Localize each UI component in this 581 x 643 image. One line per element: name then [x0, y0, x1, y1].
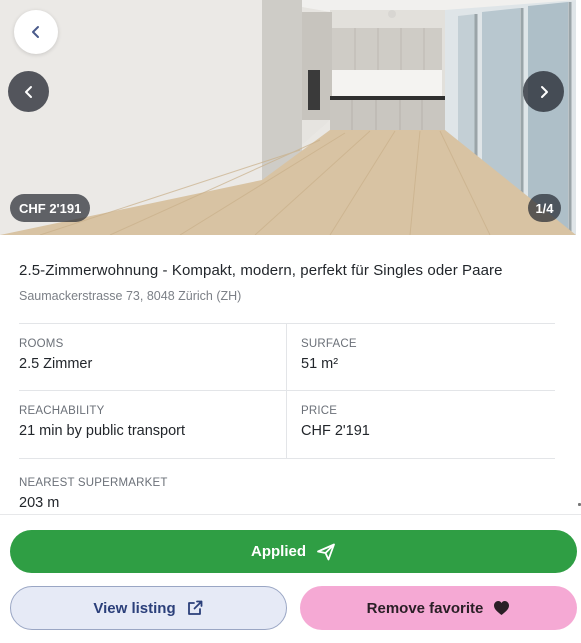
send-icon — [317, 543, 335, 560]
detail-label: PRICE — [301, 405, 338, 417]
detail-value: 2.5 Zimmer — [19, 356, 93, 372]
detail-rooms: ROOMS 2.5 Zimmer — [19, 338, 92, 372]
listing-photo-gallery[interactable]: CHF 2'191 1/4 — [0, 0, 576, 235]
detail-nearest-supermarket: NEAREST SUPERMARKET 203 m — [19, 477, 168, 511]
price-badge: CHF 2'191 — [10, 194, 91, 222]
detail-value: CHF 2'191 — [301, 423, 370, 439]
applied-button[interactable]: Applied — [10, 530, 577, 573]
divider — [19, 323, 555, 324]
view-listing-button[interactable]: View listing — [10, 586, 287, 630]
remove-favorite-label: Remove favorite — [366, 599, 484, 617]
detail-label: NEAREST SUPERMARKET — [19, 477, 168, 489]
remove-favorite-button[interactable]: Remove favorite — [300, 586, 577, 630]
listing-address: Saumackerstrasse 73, 8048 Zürich (ZH) — [19, 289, 242, 303]
next-photo-button[interactable] — [523, 71, 564, 112]
detail-surface: SURFACE 51 m² — [301, 338, 357, 372]
detail-value: 203 m — [19, 495, 60, 511]
chevron-left-icon — [32, 26, 39, 38]
chevron-right-icon — [540, 85, 548, 98]
detail-price: PRICE CHF 2'191 — [301, 405, 370, 439]
external-link-icon — [187, 600, 203, 615]
detail-value: 21 min by public transport — [19, 423, 186, 439]
divider — [286, 324, 287, 458]
divider — [19, 458, 555, 459]
divider — [19, 390, 555, 391]
detail-label: REACHABILITY — [19, 405, 105, 417]
previous-photo-button[interactable] — [8, 71, 49, 112]
chevron-left-icon — [24, 85, 32, 98]
applied-label: Applied — [251, 543, 306, 560]
detail-reachability: REACHABILITY 21 min by public transport — [19, 405, 185, 439]
heart-icon — [494, 601, 510, 615]
detail-value: 51 m² — [301, 356, 339, 372]
view-listing-label: View listing — [93, 599, 176, 617]
listing-title: 2.5-Zimmerwohnung - Kompakt, modern, per… — [19, 262, 503, 279]
detail-label: ROOMS — [19, 338, 64, 350]
detail-label: SURFACE — [301, 338, 357, 350]
back-button[interactable] — [14, 10, 58, 54]
photo-counter: 1/4 — [528, 194, 561, 222]
